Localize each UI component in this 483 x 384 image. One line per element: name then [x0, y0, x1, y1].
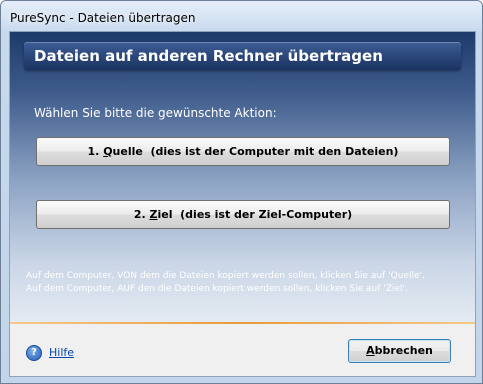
- source-button-description: (dies ist der Computer mit den Dateien): [142, 145, 399, 158]
- instructions-text: Auf dem Computer, VON dem die Dateien ko…: [26, 270, 466, 296]
- instruction-line-source: Auf dem Computer, VON dem die Dateien ko…: [26, 271, 425, 281]
- action-prompt: Wählen Sie bitte die gewünschte Aktion:: [34, 106, 277, 120]
- gradient-panel: Dateien auf anderen Rechner übertragen W…: [10, 32, 475, 322]
- target-button[interactable]: 2. Ziel (dies ist der Ziel-Computer): [36, 200, 450, 229]
- target-button-description: (dies ist der Ziel-Computer): [172, 208, 353, 221]
- cancel-button-label: bbrechen: [374, 344, 433, 357]
- source-button-mnemonic: Q: [103, 145, 113, 158]
- window-title: PureSync - Dateien übertragen: [10, 11, 196, 25]
- cancel-button[interactable]: Abbrechen: [348, 339, 451, 363]
- dialog-window: PureSync - Dateien übertragen Dateien au…: [0, 0, 483, 384]
- help-icon[interactable]: ?: [26, 345, 42, 361]
- cancel-button-mnemonic: A: [366, 344, 375, 357]
- target-button-number: 2.: [133, 208, 150, 221]
- title-bar[interactable]: PureSync - Dateien übertragen: [1, 1, 482, 31]
- source-button-number: 1.: [87, 145, 104, 158]
- instruction-line-target: Auf dem Computer, AUF den die Dateien ko…: [26, 284, 408, 294]
- help-link[interactable]: Hilfe: [49, 346, 74, 359]
- source-button-name: uelle: [112, 145, 143, 158]
- page-title: Dateien auf anderen Rechner übertragen: [34, 47, 383, 65]
- dialog-content: Dateien auf anderen Rechner übertragen W…: [9, 31, 476, 377]
- header-banner: Dateien auf anderen Rechner übertragen: [24, 42, 461, 70]
- target-button-name: iel: [157, 208, 173, 221]
- footer-separator: [10, 322, 475, 324]
- source-button[interactable]: 1. Quelle (dies ist der Computer mit den…: [36, 137, 450, 166]
